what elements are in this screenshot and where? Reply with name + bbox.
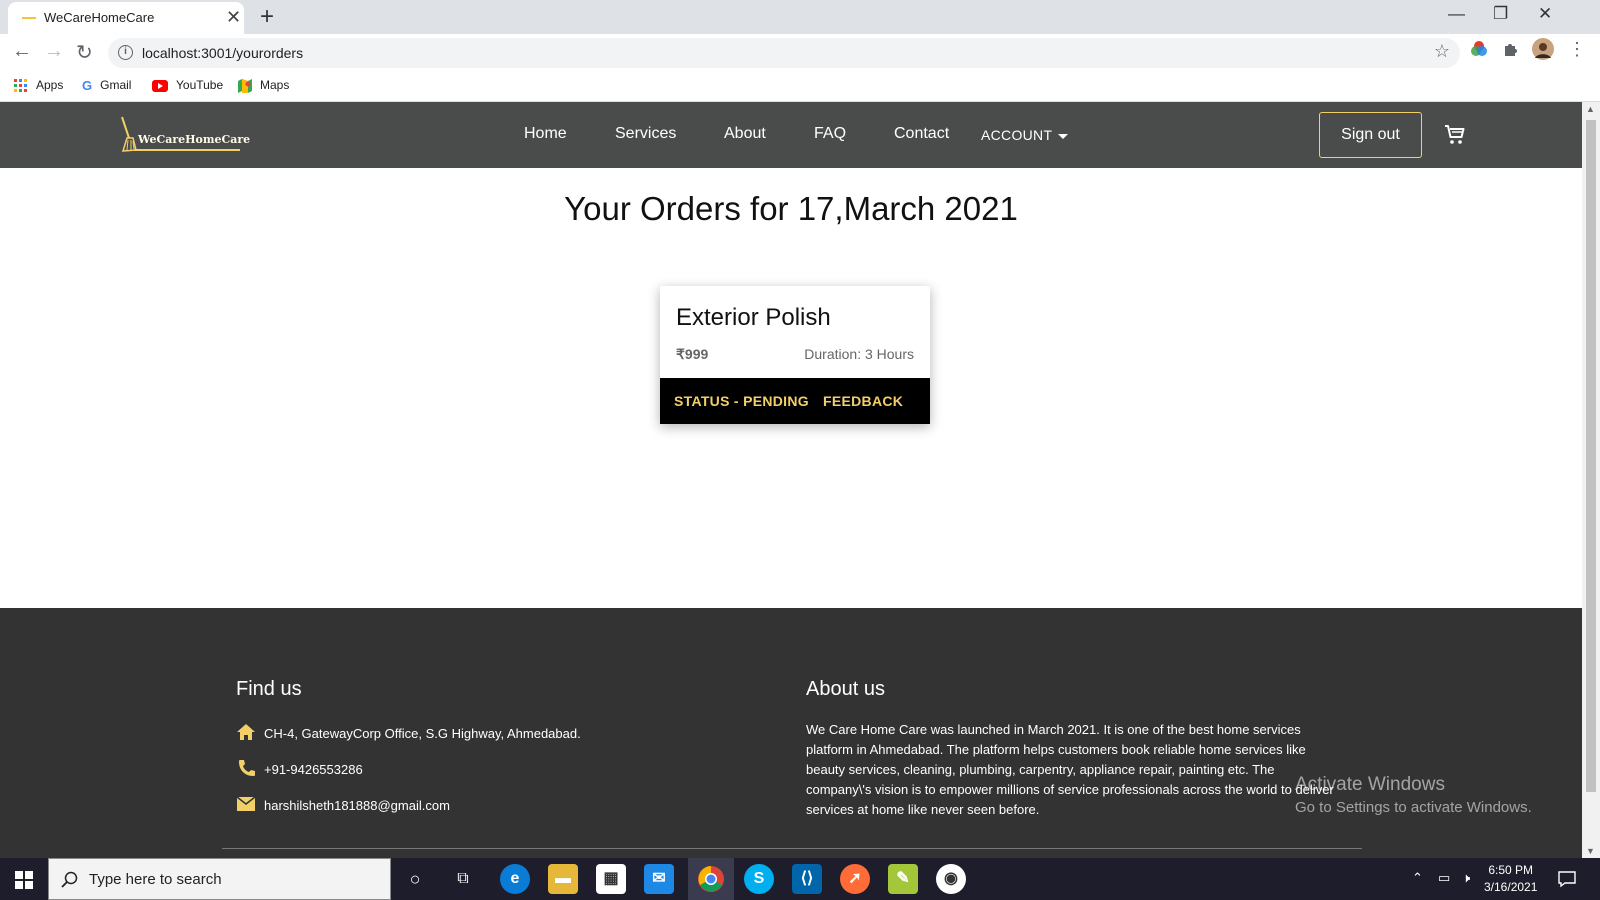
site-logo[interactable]: WeCareHomeCare (120, 116, 250, 156)
about-us-text: We Care Home Care was launched in March … (806, 722, 1334, 817)
windows-start-icon[interactable] (15, 871, 33, 889)
logo-underline (134, 149, 240, 151)
bookmark-label: Apps (36, 78, 64, 92)
bookmark-label: YouTube (176, 78, 224, 92)
bookmark-youtube[interactable]: YouTube (152, 78, 223, 92)
order-title: Exterior Polish (676, 304, 831, 331)
activate-windows-subtitle: Go to Settings to activate Windows. (1295, 799, 1532, 816)
order-price: ₹999 (676, 346, 709, 362)
bookmark-maps[interactable]: Maps (238, 78, 289, 93)
postman-icon[interactable]: ➚ (840, 864, 870, 894)
notifications-icon[interactable] (1558, 870, 1576, 888)
reload-icon[interactable]: ↻ (76, 40, 93, 65)
clock-date: 3/16/2021 (1484, 880, 1538, 894)
cortana-icon[interactable]: ○ (400, 864, 430, 894)
find-us-heading: Find us (236, 678, 302, 700)
bookmark-gmail[interactable]: G Gmail (82, 78, 131, 93)
volume-muted-icon[interactable]: 🕨 (1462, 870, 1470, 886)
close-window-icon[interactable]: ✕ (1538, 4, 1552, 24)
google-icon: G (82, 78, 93, 94)
extensions-puzzle-icon[interactable] (1502, 40, 1520, 58)
tab-favicon-icon (22, 17, 36, 19)
nav-about[interactable]: About (724, 125, 766, 143)
sign-out-button[interactable]: Sign out (1319, 112, 1422, 158)
status-button[interactable]: STATUS - PENDING (674, 393, 809, 409)
address-text: CH-4, GatewayCorp Office, S.G Highway, A… (264, 726, 581, 741)
close-tab-icon[interactable]: ✕ (226, 7, 241, 28)
bookmarks-bar: Apps G Gmail YouTube Maps (0, 70, 1600, 102)
bookmark-star-icon[interactable]: ☆ (1434, 41, 1450, 62)
back-icon[interactable]: ← (12, 40, 32, 63)
windows-taskbar: Type here to search ○ ⧉ e ▬ ▦ ✉ S ⟨⟩ ➚ ✎… (0, 858, 1600, 900)
scroll-up-icon[interactable]: ▲ (1586, 104, 1595, 114)
skype-icon[interactable]: S (744, 864, 774, 894)
page-scrollbar[interactable]: ▲ ▼ (1582, 102, 1600, 858)
logo-text: WeCareHomeCare (138, 133, 251, 146)
scrollbar-thumb[interactable] (1586, 120, 1596, 792)
caret-down-icon (1058, 133, 1069, 139)
scroll-down-icon[interactable]: ▼ (1586, 846, 1595, 856)
browser-toolbar: ← → ↻ i localhost:3001/yourorders ☆ ⋮ (0, 34, 1600, 70)
network-icon[interactable]: ▭ (1438, 870, 1450, 886)
tray-chevron-icon[interactable]: ⌃ (1412, 870, 1423, 886)
restore-icon[interactable]: ❐ (1493, 4, 1508, 24)
profile-avatar[interactable] (1532, 38, 1554, 60)
feedback-button[interactable]: FEEDBACK (823, 393, 903, 409)
task-view-icon[interactable]: ⧉ (448, 864, 478, 894)
address-bar[interactable]: i localhost:3001/yourorders ☆ (108, 38, 1460, 68)
taskbar-clock[interactable]: 6:50 PM 3/16/2021 (1484, 862, 1537, 896)
info-icon[interactable]: i (118, 45, 133, 60)
app-icon[interactable]: ◉ (936, 864, 966, 894)
chrome-icon[interactable] (696, 864, 726, 894)
clock-time: 6:50 PM (1488, 863, 1534, 877)
nav-contact[interactable]: Contact (894, 125, 949, 143)
account-label: ACCOUNT (981, 127, 1053, 143)
home-icon (237, 724, 255, 740)
file-explorer-icon[interactable]: ▬ (548, 864, 578, 894)
nav-home[interactable]: Home (524, 125, 567, 143)
notepad-icon[interactable]: ✎ (888, 864, 918, 894)
phone-text: +91-9426553286 (264, 762, 363, 777)
email-text[interactable]: harshilsheth181888@gmail.com (264, 798, 450, 813)
vscode-icon[interactable]: ⟨⟩ (792, 864, 822, 894)
new-tab-icon[interactable]: + (260, 3, 274, 31)
site-navbar: WeCareHomeCare Home Services About FAQ C… (0, 102, 1582, 168)
color-extension-icon[interactable] (1470, 40, 1488, 58)
order-actions: STATUS - PENDING FEEDBACK (660, 378, 930, 424)
bookmark-apps[interactable]: Apps (14, 78, 63, 93)
page-title: Your Orders for 17,March 2021 (564, 190, 1018, 227)
order-duration: Duration: 3 Hours (804, 346, 914, 362)
browser-tab[interactable]: WeCareHomeCare ✕ (8, 2, 244, 34)
cart-icon[interactable] (1443, 123, 1467, 147)
search-placeholder: Type here to search (89, 871, 222, 888)
search-icon (61, 871, 78, 888)
bookmark-label: Gmail (100, 78, 132, 92)
taskbar-search-box[interactable]: Type here to search (48, 858, 391, 900)
site-footer: Find us CH-4, GatewayCorp Office, S.G Hi… (0, 608, 1582, 858)
about-us-heading: About us (806, 678, 885, 700)
activate-windows-title: Activate Windows (1295, 774, 1445, 795)
mail-icon[interactable]: ✉ (644, 864, 674, 894)
edge-icon[interactable]: e (500, 864, 530, 894)
tab-title: WeCareHomeCare (44, 10, 155, 25)
forward-icon[interactable]: → (44, 40, 64, 63)
youtube-icon (152, 79, 168, 92)
order-card: Exterior Polish ₹999 Duration: 3 Hours S… (660, 286, 930, 424)
menu-dots-icon[interactable]: ⋮ (1568, 39, 1586, 60)
apps-grid-icon (14, 78, 27, 92)
bookmark-label: Maps (260, 78, 290, 92)
account-dropdown[interactable]: ACCOUNT (981, 127, 1069, 143)
maps-icon (238, 78, 252, 93)
nav-services[interactable]: Services (615, 125, 676, 143)
phone-icon (239, 760, 255, 776)
minimize-icon[interactable]: — (1448, 4, 1465, 24)
footer-divider (222, 848, 1362, 849)
email-icon (236, 796, 256, 811)
browser-tab-bar: WeCareHomeCare ✕ + — ❐ ✕ (0, 0, 1600, 34)
nav-faq[interactable]: FAQ (814, 125, 846, 143)
url-text: localhost:3001/yourorders (142, 45, 304, 61)
store-icon[interactable]: ▦ (596, 864, 626, 894)
page-viewport: WeCareHomeCare Home Services About FAQ C… (0, 102, 1582, 858)
